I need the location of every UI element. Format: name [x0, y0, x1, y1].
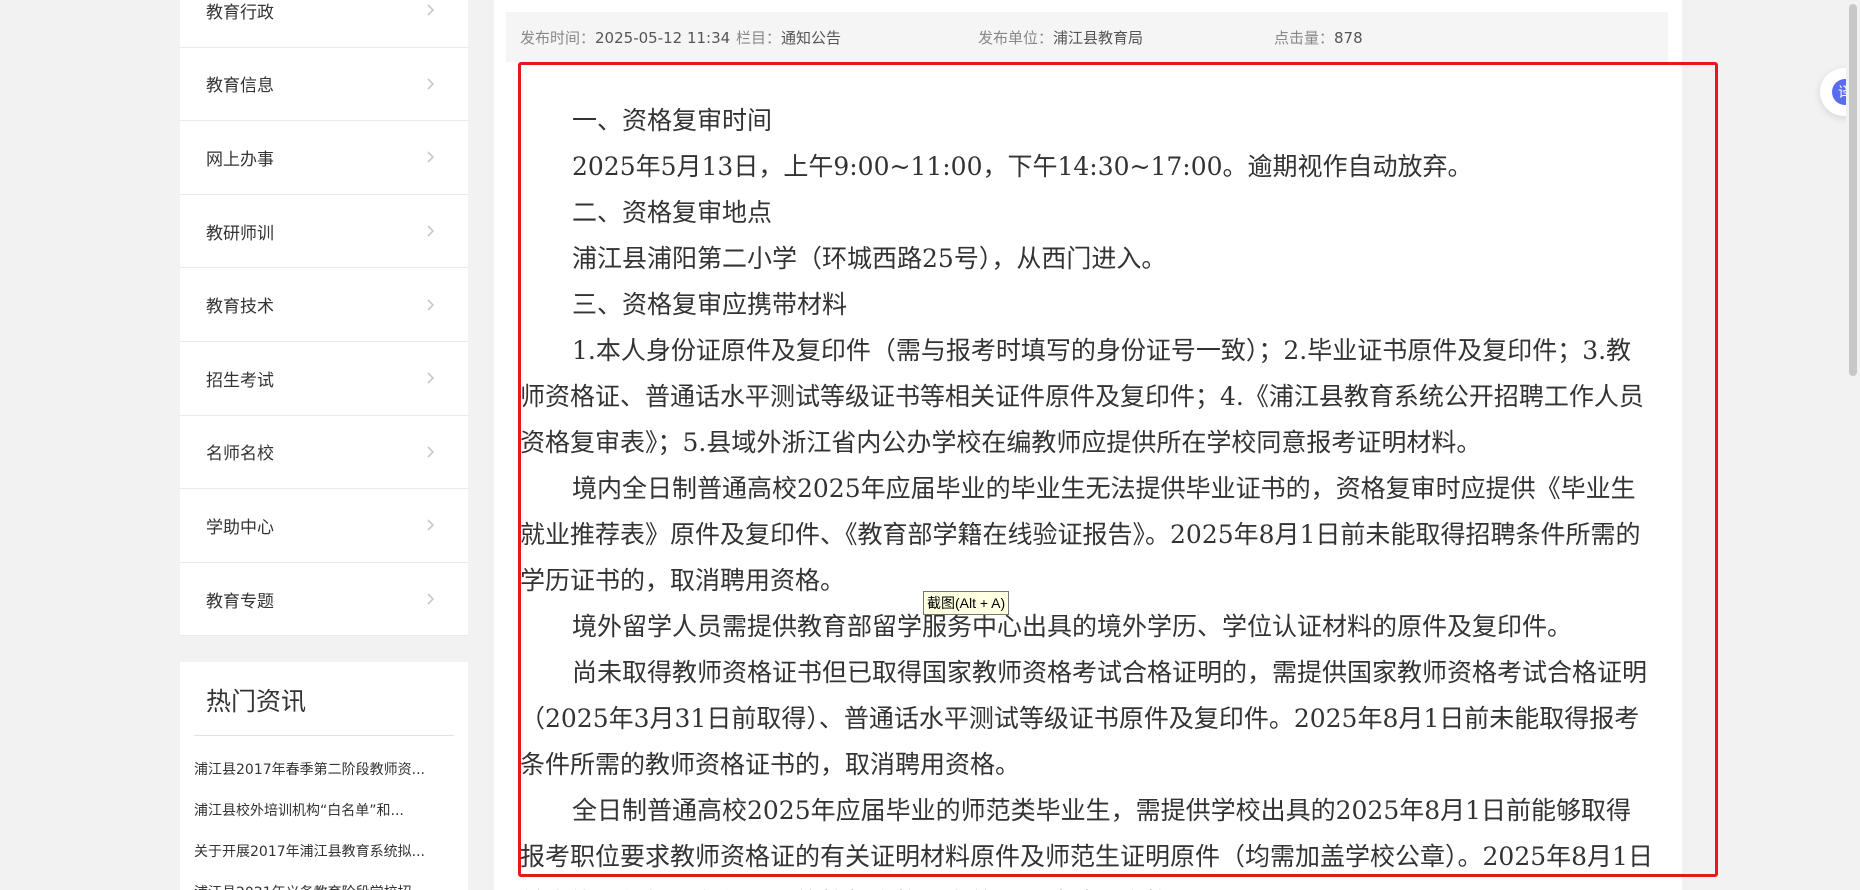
sidebar-item-student-aid[interactable]: 学助中心 — [180, 489, 468, 563]
article-paragraph: 全日制普通高校2025年应届毕业的师范类毕业生，需提供学校出具的2025年8月1… — [520, 796, 1653, 890]
chevron-right-icon — [424, 77, 438, 91]
sidebar-item-education-tech[interactable]: 教育技术 — [180, 268, 468, 342]
chevron-right-icon — [424, 445, 438, 459]
publish-time-value: 2025-05-12 11:34 — [595, 28, 731, 47]
column: 栏目：通知公告 — [736, 27, 841, 48]
sidebar-item-label: 教育专题 — [206, 591, 274, 612]
sidebar-item-label: 教育行政 — [206, 2, 274, 23]
chevron-right-icon — [424, 298, 438, 312]
article-panel: 发布时间：2025-05-12 11:34 栏目：通知公告 发布单位：浦江县教育… — [494, 0, 1682, 890]
chevron-right-icon — [424, 592, 438, 606]
article-paragraph: 境内全日制普通高校2025年应届毕业的毕业生无法提供毕业证书的，资格复审时应提供… — [520, 474, 1641, 595]
article-meta-bar: 发布时间：2025-05-12 11:34 栏目：通知公告 发布单位：浦江县教育… — [506, 12, 1668, 62]
sidebar-nav: 教育行政 教育信息 网上办事 教研师训 教育技术 招生考试 名师名校 学助中心 … — [180, 0, 468, 637]
sidebar-item-label: 学助中心 — [206, 517, 274, 538]
publish-unit-label: 发布单位： — [978, 28, 1054, 47]
hit-count: 点击量：878 — [1274, 27, 1363, 48]
article-paragraph: 浦江县浦阳第二小学（环城西路25号），从西门进入。 — [572, 244, 1167, 273]
chevron-right-icon — [424, 3, 438, 17]
hit-count-value: 878 — [1334, 28, 1363, 47]
chevron-right-icon — [424, 224, 438, 238]
page: 教育行政 教育信息 网上办事 教研师训 教育技术 招生考试 名师名校 学助中心 … — [0, 0, 1860, 890]
publish-time: 发布时间：2025-05-12 11:34 — [520, 27, 730, 48]
article-body: 一、资格复审时间 2025年5月13日，上午9:00~11:00，下午14:30… — [520, 98, 1656, 890]
sidebar-item-label: 教育技术 — [206, 297, 274, 318]
hot-news-link[interactable]: 浦江县校外培训机构“白名单”和... — [194, 791, 454, 832]
article-paragraph: 二、资格复审地点 — [572, 198, 773, 227]
chevron-right-icon — [424, 518, 438, 532]
article-paragraph: 三、资格复审应携带材料 — [572, 290, 848, 319]
article-paragraph: 1.本人身份证原件及复印件（需与报考时填写的身份证号一致）；2.毕业证书原件及复… — [520, 336, 1644, 457]
sidebar-item-label: 教育信息 — [206, 76, 274, 97]
hot-news-panel: 热门资讯 浦江县2017年春季第二阶段教师资... 浦江县校外培训机构“白名单”… — [180, 662, 468, 890]
sidebar-item-education-info[interactable]: 教育信息 — [180, 48, 468, 122]
sidebar-item-label: 名师名校 — [206, 444, 274, 465]
sidebar-item-teacher-training[interactable]: 教研师训 — [180, 195, 468, 269]
sidebar: 教育行政 教育信息 网上办事 教研师训 教育技术 招生考试 名师名校 学助中心 … — [180, 0, 468, 890]
publish-unit: 发布单位：浦江县教育局 — [978, 27, 1143, 48]
sidebar-item-education-topics[interactable]: 教育专题 — [180, 563, 468, 637]
publish-time-label: 发布时间： — [520, 28, 596, 47]
column-value: 通知公告 — [781, 28, 842, 47]
article-paragraph: 尚未取得教师资格证书但已取得国家教师资格考试合格证明的，需提供国家教师资格考试合… — [520, 658, 1648, 779]
sidebar-item-education-admin[interactable]: 教育行政 — [180, 0, 468, 48]
sidebar-item-label: 教研师训 — [206, 223, 274, 244]
sidebar-item-enrollment-exams[interactable]: 招生考试 — [180, 342, 468, 416]
sidebar-item-label: 网上办事 — [206, 149, 274, 170]
sidebar-item-label: 招生考试 — [206, 370, 274, 391]
hit-count-label: 点击量： — [1274, 28, 1335, 47]
scrollbar[interactable] — [1846, 0, 1860, 890]
hot-news-title: 热门资讯 — [194, 662, 454, 737]
column-label: 栏目： — [736, 28, 782, 47]
publish-unit-value: 浦江县教育局 — [1053, 28, 1144, 47]
sidebar-item-online-services[interactable]: 网上办事 — [180, 121, 468, 195]
article-paragraph: 境外留学人员需提供教育部留学服务中心出具的境外学历、学位认证材料的原件及复印件。 — [572, 612, 1573, 641]
article-paragraph: 一、资格复审时间 — [572, 106, 773, 135]
hot-news-link[interactable]: 关于开展2017年浦江县教育系统拟... — [194, 832, 454, 873]
chevron-right-icon — [424, 150, 438, 164]
hot-news-link[interactable]: 浦江县2017年春季第二阶段教师资... — [194, 750, 454, 791]
scrollbar-thumb[interactable] — [1849, 4, 1857, 376]
hot-news-list: 浦江县2017年春季第二阶段教师资... 浦江县校外培训机构“白名单”和... … — [194, 750, 454, 890]
sidebar-item-famous-schools[interactable]: 名师名校 — [180, 416, 468, 490]
article-paragraph: 2025年5月13日，上午9:00~11:00，下午14:30~17:00。逾期… — [572, 152, 1473, 181]
screenshot-tooltip: 截图(Alt + A) — [923, 591, 1010, 615]
chevron-right-icon — [424, 371, 438, 385]
hot-news-link[interactable]: 浦江县2021年义务教育阶段学校招... — [194, 873, 454, 890]
